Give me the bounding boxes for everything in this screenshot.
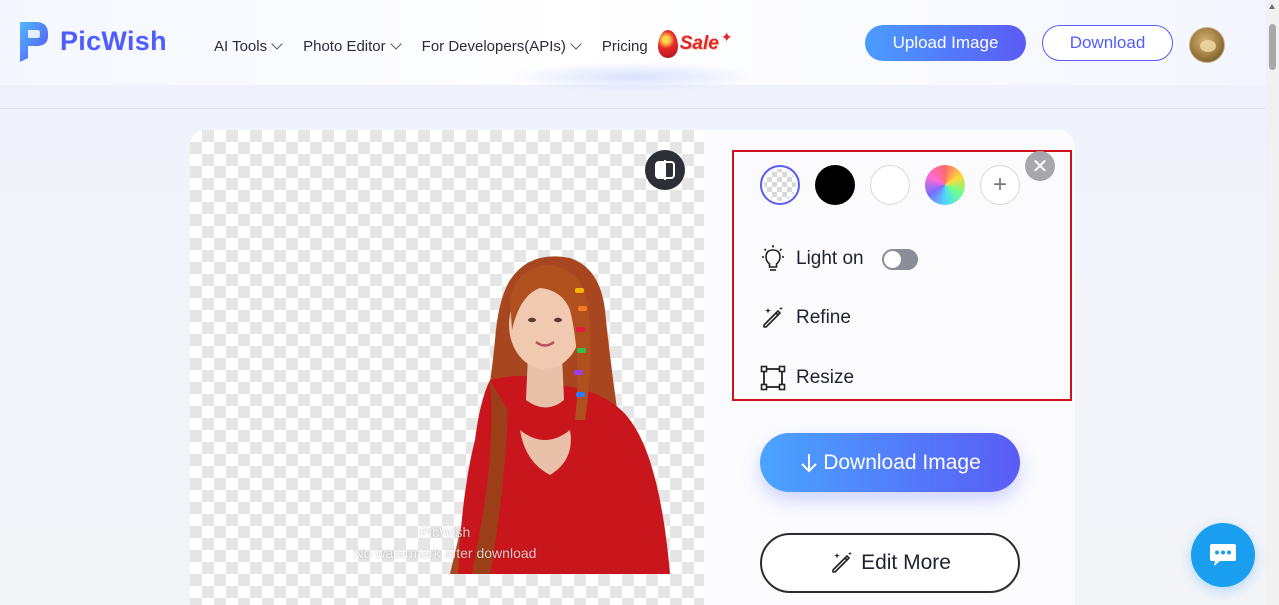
compare-toggle-button[interactable] <box>645 150 685 190</box>
magic-pen-icon <box>763 306 783 328</box>
picwish-logo-icon <box>16 18 52 64</box>
chevron-down-icon <box>389 37 402 50</box>
header-divider <box>0 108 1266 109</box>
arrow-down-icon <box>801 453 817 472</box>
nav-photo-editor-label: Photo Editor <box>303 37 386 55</box>
resize-option[interactable]: Resize <box>760 365 854 391</box>
nav-developers-label: For Developers(APIs) <box>421 37 566 55</box>
nav-developers[interactable]: For Developers(APIs) <box>421 37 582 55</box>
nav-photo-editor[interactable]: Photo Editor <box>303 37 402 55</box>
swatch-black[interactable] <box>815 165 855 205</box>
nav-pricing[interactable]: Pricing <box>602 38 648 55</box>
download-image-button[interactable]: Download Image <box>760 433 1020 492</box>
plus-icon: + <box>992 171 1007 198</box>
watermark-note: No watermark after download <box>353 545 537 561</box>
chevron-down-icon <box>271 37 283 50</box>
scrollbar[interactable] <box>1266 0 1279 605</box>
header-glow <box>505 62 760 92</box>
edit-more-button[interactable]: Edit More <box>760 533 1020 593</box>
magic-pen-icon <box>832 551 853 573</box>
swatch-color-picker[interactable] <box>925 165 965 205</box>
compare-icon <box>655 160 675 180</box>
chevron-down-icon <box>570 37 582 50</box>
nav-ai-tools[interactable]: AI Tools <box>214 37 283 55</box>
resize-label: Resize <box>796 367 855 388</box>
light-on-option: Light on <box>760 245 918 273</box>
lightbulb-icon <box>762 245 784 271</box>
sale-label: Sale <box>679 33 719 54</box>
watermark: PicWish No watermark after download <box>300 522 590 564</box>
swatch-add[interactable]: + <box>980 165 1020 205</box>
scroll-up-icon[interactable] <box>1269 4 1275 9</box>
swatch-white[interactable] <box>870 165 910 205</box>
main-nav: AI Tools Photo Editor For Developers(API… <box>214 29 735 60</box>
close-icon: ✕ <box>1031 155 1049 178</box>
refine-option[interactable]: Refine <box>760 305 851 331</box>
edit-more-label: Edit More <box>861 551 951 574</box>
chat-support-button[interactable] <box>1191 523 1255 587</box>
chat-bubble-icon <box>1210 544 1236 566</box>
avatar[interactable] <box>1189 27 1225 63</box>
logo[interactable]: PicWish <box>16 18 167 64</box>
egg-icon <box>657 30 678 58</box>
watermark-title: PicWish <box>419 524 471 540</box>
sparkle-icon: ✦ <box>720 29 733 45</box>
nav-pricing-label: Pricing <box>601 37 648 55</box>
swatch-transparent[interactable] <box>760 165 800 205</box>
download-image-label: Download Image <box>823 450 981 474</box>
resize-icon <box>760 365 786 391</box>
refine-label: Refine <box>796 307 851 328</box>
logo-text: PicWish <box>60 25 167 56</box>
download-button[interactable]: Download <box>1042 25 1173 61</box>
light-on-toggle[interactable] <box>881 248 918 270</box>
toggle-knob <box>883 250 901 268</box>
light-on-label: Light on <box>796 248 864 269</box>
upload-image-button[interactable]: Upload Image <box>865 25 1026 61</box>
nav-ai-tools-label: AI Tools <box>214 37 268 55</box>
sale-badge[interactable]: Sale ✦ <box>657 29 735 58</box>
close-button[interactable]: ✕ <box>1025 151 1055 181</box>
scroll-thumb[interactable] <box>1269 24 1276 70</box>
